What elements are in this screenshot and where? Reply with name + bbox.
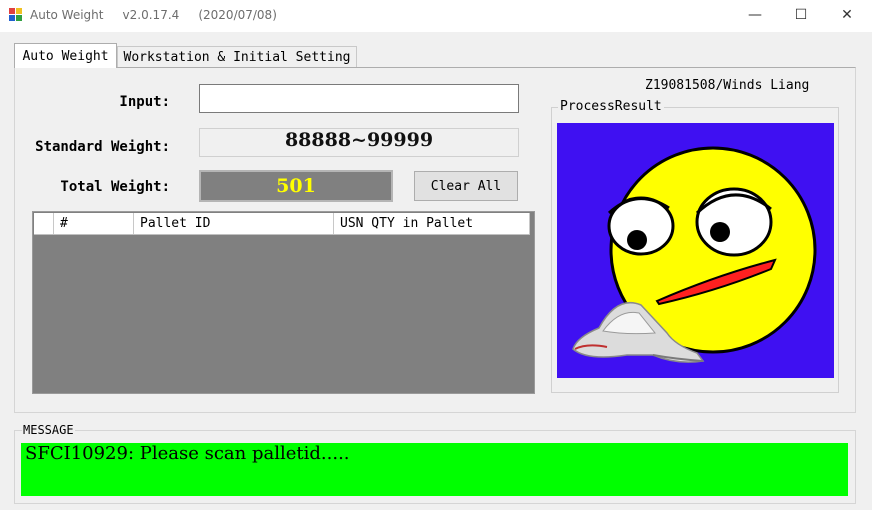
close-button[interactable]: ✕: [824, 0, 870, 30]
grid-column-usn-qty[interactable]: USN QTY in Pallet: [334, 213, 530, 234]
grid-header: # Pallet ID USN QTY in Pallet: [34, 213, 530, 235]
standard-weight-field: 88888~99999: [199, 128, 519, 157]
process-result-image: [557, 123, 834, 378]
message-text: SFCI10929: Please scan palletid.....: [25, 443, 350, 464]
window-title: Auto Weight v2.0.17.4 (2020/07/08): [30, 8, 277, 22]
maximize-button[interactable]: ☐: [778, 0, 824, 30]
message-title: MESSAGE: [22, 423, 75, 437]
input-field[interactable]: [199, 84, 519, 113]
maximize-icon: ☐: [794, 7, 808, 23]
total-weight-value: 501: [276, 175, 316, 197]
total-weight-label: Total Weight:: [60, 179, 170, 195]
process-result-title: ProcessResult: [558, 99, 664, 114]
standard-weight-label: Standard Weight:: [35, 139, 170, 155]
standard-weight-value: 88888~99999: [284, 129, 434, 151]
grid-column-index[interactable]: #: [54, 213, 134, 234]
clear-all-button[interactable]: Clear All: [414, 171, 518, 201]
app-icon: [9, 8, 22, 21]
input-label: Input:: [119, 94, 170, 110]
right-eye-icon: [695, 187, 773, 257]
grid-row-header-corner: [34, 213, 54, 234]
tab-workstation-setting[interactable]: Workstation & Initial Setting: [117, 46, 357, 68]
close-icon: ✕: [841, 7, 853, 23]
title-bar: Auto Weight v2.0.17.4 (2020/07/08) — ☐ ✕: [0, 0, 872, 32]
minimize-icon: —: [748, 7, 762, 23]
tab-auto-weight[interactable]: Auto Weight: [14, 43, 117, 68]
grid-column-pallet-id[interactable]: Pallet ID: [134, 213, 334, 234]
user-label: Z19081508/Winds Liang: [645, 78, 810, 93]
minimize-button[interactable]: —: [732, 0, 778, 30]
total-weight-field: 501: [199, 170, 393, 202]
pallet-grid[interactable]: # Pallet ID USN QTY in Pallet: [32, 211, 535, 394]
message-bar: SFCI10929: Please scan palletid.....: [21, 443, 848, 496]
